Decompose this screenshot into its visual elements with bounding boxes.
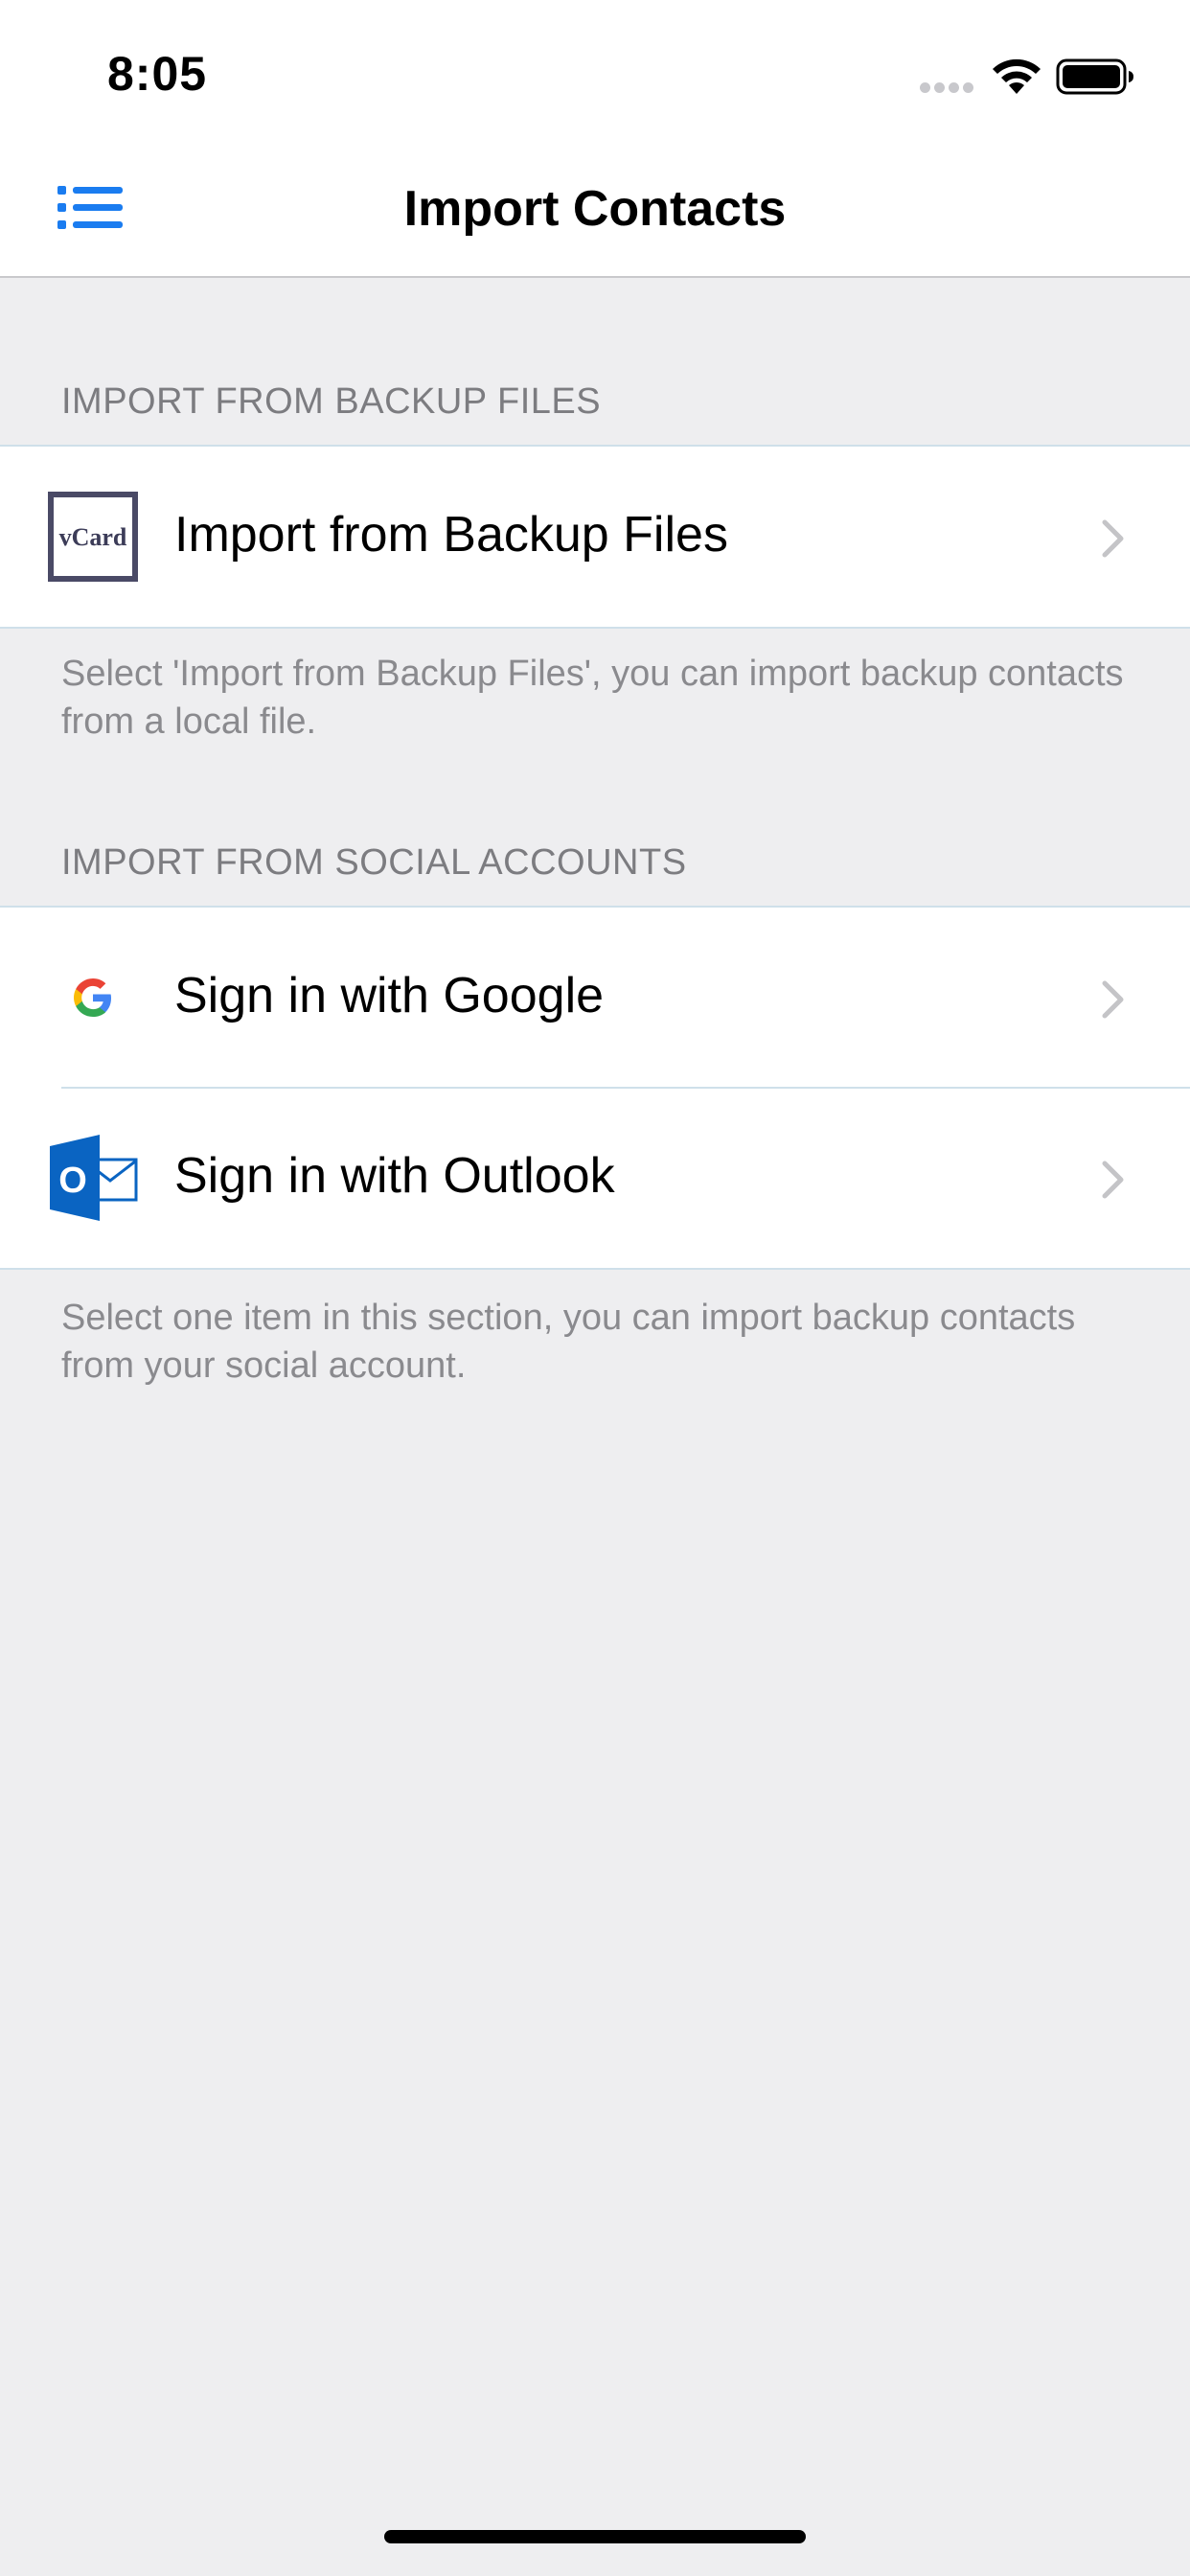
chevron-right-icon bbox=[1102, 980, 1124, 1019]
page-title: Import Contacts bbox=[403, 181, 787, 237]
nav-bar: Import Contacts bbox=[0, 144, 1190, 278]
svg-text:vCard: vCard bbox=[59, 523, 127, 551]
section-header-social: IMPORT FROM SOCIAL ACCOUNTS bbox=[61, 842, 687, 883]
outlook-icon: O bbox=[48, 1133, 138, 1223]
social-group: Sign in with Google O Sign in with Outlo… bbox=[0, 906, 1190, 1270]
sign-in-google-label: Sign in with Google bbox=[174, 968, 605, 1024]
section-footer-social: Select one item in this section, you can… bbox=[61, 1298, 1076, 1386]
backup-group: vCard Import from Backup Files bbox=[0, 445, 1190, 629]
import-backup-files-label: Import from Backup Files bbox=[174, 507, 728, 563]
sign-in-google-row[interactable]: Sign in with Google bbox=[0, 908, 1190, 1088]
battery-icon bbox=[1056, 58, 1133, 95]
home-indicator[interactable] bbox=[384, 2530, 806, 2543]
sign-in-outlook-row[interactable]: O Sign in with Outlook bbox=[0, 1087, 1190, 1268]
status-bar: 8:05 bbox=[0, 0, 1190, 144]
sign-in-outlook-label: Sign in with Outlook bbox=[174, 1148, 615, 1204]
signal-dots-icon bbox=[920, 82, 977, 94]
vcard-icon: vCard bbox=[48, 492, 138, 582]
svg-text:O: O bbox=[58, 1161, 87, 1201]
import-backup-files-row[interactable]: vCard Import from Backup Files bbox=[0, 447, 1190, 627]
chevron-right-icon bbox=[1102, 519, 1124, 558]
status-time: 8:05 bbox=[107, 47, 208, 101]
wifi-icon bbox=[993, 58, 1041, 94]
chevron-right-icon bbox=[1102, 1161, 1124, 1199]
google-icon bbox=[48, 953, 138, 1043]
section-footer-backup: Select 'Import from Backup Files', you c… bbox=[61, 654, 1124, 742]
section-header-backup: IMPORT FROM BACKUP FILES bbox=[61, 381, 602, 422]
